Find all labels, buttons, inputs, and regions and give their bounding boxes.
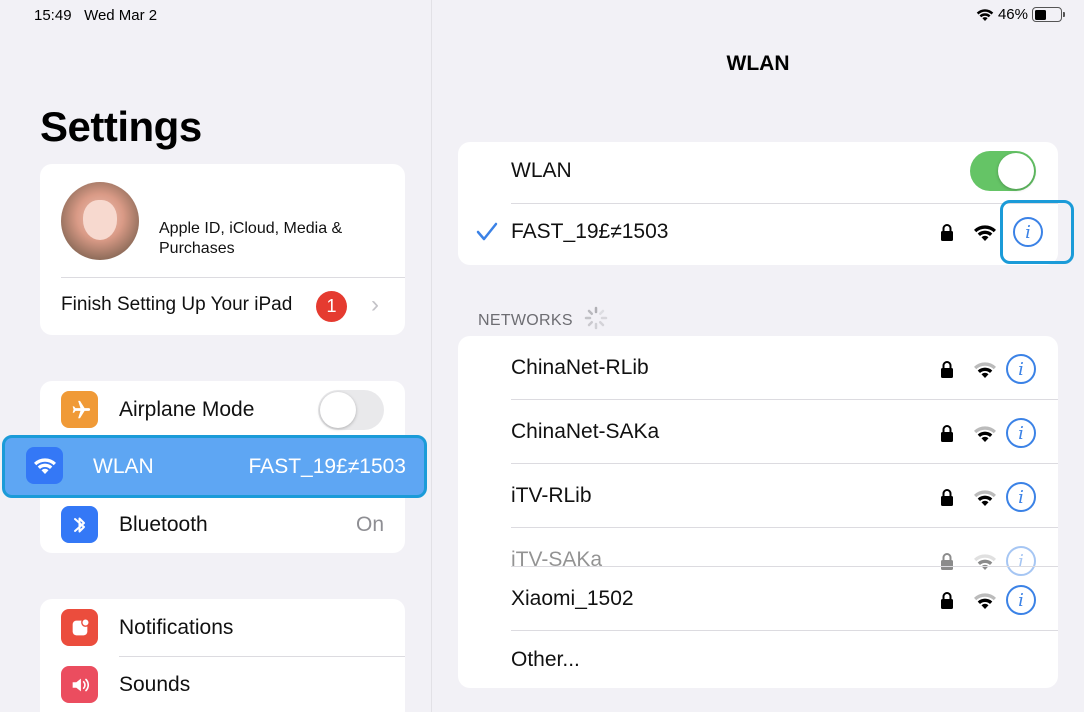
network-name: Xiaomi_1502	[511, 587, 634, 610]
divider	[511, 527, 1058, 528]
networks-header-label: NETWORKS	[478, 312, 573, 329]
divider	[511, 203, 1058, 204]
divider	[511, 399, 1058, 400]
lock-icon	[941, 425, 953, 442]
airplane-icon	[61, 391, 98, 428]
wifi-signal-icon	[974, 225, 996, 241]
sidebar-item-label: Bluetooth	[119, 513, 208, 536]
status-time: 15:49 Wed Mar 2	[34, 7, 157, 24]
toggle-knob	[320, 392, 356, 428]
status-time-value: 15:49	[34, 7, 72, 24]
network-name: ChinaNet-SAKa	[511, 420, 660, 443]
notification-badge: 1	[316, 291, 347, 322]
network-name: iTV-RLib	[511, 484, 592, 507]
profile-subtitle: Apple ID, iCloud, Media & Purchases	[159, 220, 343, 257]
toggle-knob	[998, 153, 1034, 189]
divider	[511, 463, 1058, 464]
divider	[511, 566, 1058, 567]
networks-section-header: NETWORKS	[478, 306, 608, 330]
lock-icon	[941, 592, 953, 609]
lock-icon	[941, 224, 953, 241]
bell-icon	[61, 609, 98, 646]
wlan-toggle[interactable]	[970, 151, 1036, 191]
sidebar-title: Settings	[40, 103, 202, 150]
status-date-value: Wed Mar 2	[84, 7, 158, 24]
profile-card[interactable]: Apple ID, iCloud, Media & Purchases Fini…	[40, 164, 405, 335]
network-name: ChinaNet-RLib	[511, 356, 649, 379]
speaker-icon	[61, 666, 98, 703]
wlan-toggle-card: WLAN FAST_19£≠1503 i	[458, 142, 1058, 265]
wifi-signal-icon	[974, 426, 996, 442]
lock-icon	[941, 553, 953, 570]
bluetooth-status-value: On	[355, 513, 384, 536]
avatar-face-shape	[83, 200, 117, 240]
connected-network-name: FAST_19£≠1503	[511, 220, 669, 243]
info-icon[interactable]: i	[1006, 418, 1036, 448]
network-name: iTV-SAKa	[511, 548, 603, 571]
networks-list: ChinaNet-RLib i ChinaNet-SAKa i iTV-RLib i iTV…	[458, 336, 1058, 688]
sidebar-item-label: Sounds	[119, 673, 191, 696]
lock-icon	[941, 361, 953, 378]
notifications-group: Notifications Sounds	[40, 599, 405, 712]
divider	[61, 277, 405, 278]
avatar[interactable]	[61, 182, 139, 260]
page-title: WLAN	[726, 52, 790, 75]
wifi-signal-icon	[974, 362, 996, 378]
sidebar-item-label: WLAN	[93, 455, 154, 478]
sidebar-item-label: Airplane Mode	[119, 398, 255, 421]
chevron-right-icon: ›	[371, 291, 379, 318]
divider	[511, 630, 1058, 631]
info-icon[interactable]: i	[1006, 585, 1036, 615]
wlan-network-value: FAST_19£≠1503	[248, 455, 406, 478]
wifi-signal-icon	[974, 593, 996, 609]
wifi-icon	[26, 447, 63, 484]
info-button-highlight	[1000, 200, 1074, 264]
divider	[119, 656, 405, 657]
finish-setup-label[interactable]: Finish Setting Up Your iPad	[61, 294, 292, 316]
bluetooth-icon	[61, 506, 98, 543]
info-icon[interactable]: i	[1006, 482, 1036, 512]
wlan-toggle-label: WLAN	[511, 159, 572, 182]
info-icon[interactable]: i	[1006, 546, 1036, 576]
wifi-signal-icon	[974, 554, 996, 570]
info-icon[interactable]: i	[1006, 354, 1036, 384]
checkmark-icon	[476, 222, 498, 241]
wifi-signal-icon	[974, 490, 996, 506]
sidebar-item-wlan[interactable]: WLAN FAST_19£≠1503	[2, 435, 427, 498]
airplane-mode-toggle[interactable]	[318, 390, 384, 430]
detail-content: WLAN WLAN FAST_19£≠1503 i NETWORKS China…	[432, 0, 1084, 712]
sidebar-item-label: Notifications	[119, 616, 234, 639]
lock-icon	[941, 489, 953, 506]
other-network-button[interactable]: Other...	[511, 648, 580, 672]
loading-spinner-icon	[584, 306, 607, 330]
